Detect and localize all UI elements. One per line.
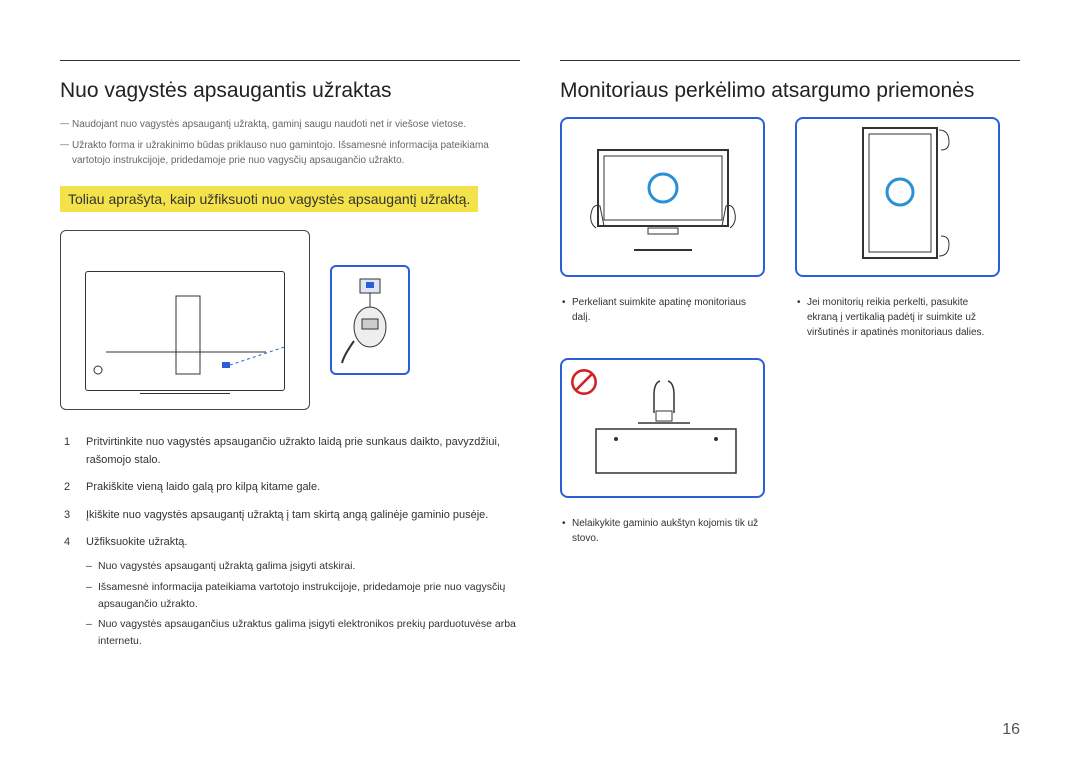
subnote-1: Nuo vagystės apsaugantį užraktą galima į… — [86, 558, 520, 575]
monitor-back-panel — [85, 271, 285, 391]
step-2: Prakiškite vieną laido galą pro kilpą ki… — [60, 479, 520, 497]
monitor-rear-diagram — [60, 230, 310, 410]
monitor-stand — [140, 393, 230, 397]
right-column: Monitoriaus perkėlimo atsargumo priemonė… — [560, 60, 1020, 660]
upside-down-hold-icon — [578, 373, 748, 483]
subnote-2: Išsamesnė informacija pateikiama vartoto… — [86, 579, 520, 613]
caption-portrait: Jei monitorių reikia perkelti, pasukite … — [795, 295, 1000, 340]
footnote-2: Užrakto forma ir užrakinimo būdas prikla… — [60, 138, 520, 168]
caption-landscape: Perkeliant suimkite apatinę monitoriaus … — [560, 295, 765, 325]
card-row-top — [560, 117, 1020, 277]
page-body: Nuo vagystės apsaugantis užraktas Naudoj… — [60, 60, 1020, 660]
caption-prohibit: Nelaikykite gaminio aukštyn kojomis tik … — [560, 516, 765, 546]
hr-left — [60, 60, 520, 61]
page-number: 16 — [1002, 721, 1020, 739]
step-1: Pritvirtinkite nuo vagystės apsaugančio … — [60, 434, 520, 469]
subnote-3: Nuo vagystės apsaugančius užraktus galim… — [86, 616, 520, 650]
step-3: Įkiškite nuo vagystės apsaugantį užraktą… — [60, 507, 520, 525]
hr-right — [560, 60, 1020, 61]
prohibit-icon — [570, 368, 598, 396]
left-column: Nuo vagystės apsaugantis užraktas Naudoj… — [60, 60, 520, 660]
prohibit-card — [560, 358, 765, 498]
step-4-text: Užfiksuokite užraktą. — [86, 536, 187, 548]
step-4-subnotes: Nuo vagystės apsaugantį užraktą galima į… — [86, 558, 520, 650]
footnote-1: Naudojant nuo vagystės apsaugantį užrakt… — [60, 117, 520, 132]
lock-diagram-row — [60, 230, 520, 410]
instruction-steps: Pritvirtinkite nuo vagystės apsaugančio … — [60, 434, 520, 650]
carry-landscape-icon — [578, 132, 748, 262]
carry-portrait-icon — [833, 122, 963, 272]
highlighted-instruction: Toliau aprašyta, kaip užfiksuoti nuo vag… — [60, 186, 478, 212]
carry-portrait-card — [795, 117, 1000, 277]
carry-landscape-card — [560, 117, 765, 277]
left-title: Nuo vagystės apsaugantis užraktas — [60, 79, 520, 103]
card-row-bottom — [560, 358, 1020, 498]
step-4: Užfiksuokite užraktą. Nuo vagystės apsau… — [60, 534, 520, 650]
caption-row-top: Perkeliant suimkite apatinę monitoriaus … — [560, 295, 1020, 340]
right-title: Monitoriaus perkėlimo atsargumo priemonė… — [560, 79, 1020, 103]
kensington-lock-icon — [340, 275, 400, 365]
lock-closeup — [330, 265, 410, 375]
caption-row-bottom: Nelaikykite gaminio aukštyn kojomis tik … — [560, 516, 1020, 546]
